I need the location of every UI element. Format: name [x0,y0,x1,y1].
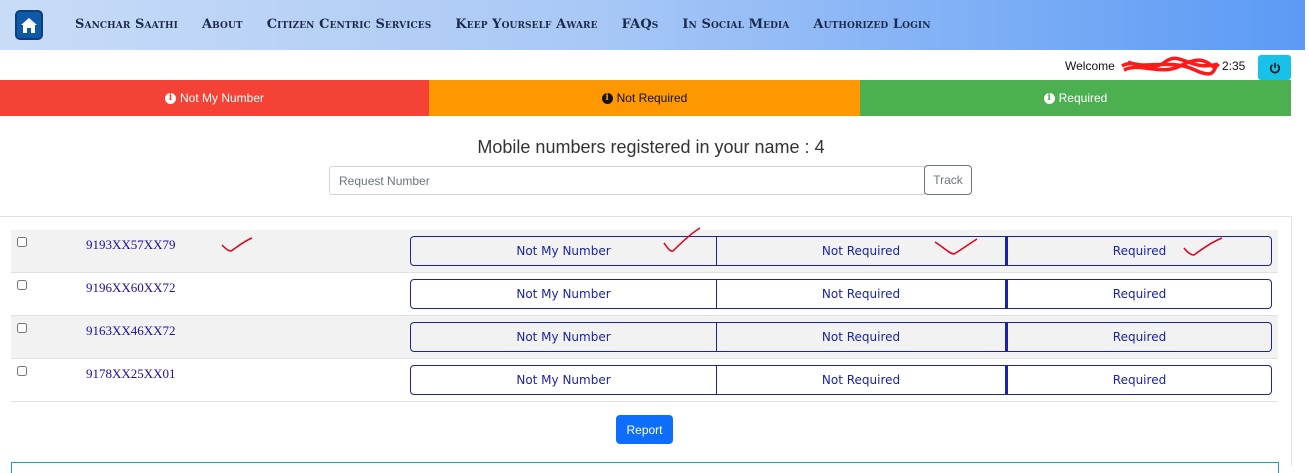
report-button[interactable]: Report [616,415,673,444]
nav-in-social-media[interactable]: In Social Media [682,17,789,32]
mobile-number: 9193XX57XX79 [86,237,176,252]
required-button[interactable]: Required [1006,236,1272,266]
nav-citizen-centric-services[interactable]: Citizen Centric Services [267,17,432,32]
handdrawn-tick-mark [1183,237,1223,256]
nav-faqs[interactable]: FAQs [622,17,659,32]
legend-not-my-number-label: Not My Number [179,91,265,105]
status-option-group: Not My Number Not Required Required [410,279,1272,309]
home-icon [21,17,37,33]
welcome-label: Welcome [1065,59,1115,73]
track-button[interactable]: Track [924,165,972,195]
mobile-number: 9178XX25XX01 [86,366,176,381]
row-checkbox[interactable] [17,323,27,333]
not-my-number-button[interactable]: Not My Number [410,322,717,352]
mobile-number: 9163XX46XX72 [86,323,176,338]
table-row: 9178XX25XX01 Not My Number Not Required … [11,359,1278,402]
not-required-button[interactable]: Not Required [717,365,1006,395]
registered-count-heading: Mobile numbers registered in your name :… [477,137,825,157]
nav-authorized-login[interactable]: Authorized Login [813,17,930,32]
status-option-group: Not My Number Not Required Required [410,322,1272,352]
top-navbar: Sanchar Saathi About Citizen Centric Ser… [0,0,1305,50]
required-button[interactable]: Required [1006,279,1272,309]
handdrawn-tick-mark [663,227,701,252]
not-required-button[interactable]: Not Required [717,322,1006,352]
legend-not-required-label: Not Required [616,91,688,105]
legend-not-required: i Not Required [429,80,860,116]
redaction-scribble [1121,56,1220,76]
home-button[interactable] [15,10,43,40]
table-row: 9196XX60XX72 Not My Number Not Required … [11,273,1278,316]
row-checkbox[interactable] [17,280,27,290]
legend-required-label: Required [1058,91,1108,105]
nav-about[interactable]: About [202,17,243,32]
not-my-number-button[interactable]: Not My Number [410,279,717,309]
handdrawn-tick-mark [221,237,253,252]
bottom-panel [11,462,1279,473]
status-option-group: Not My Number Not Required Required [410,365,1272,395]
table-row: 9163XX46XX72 Not My Number Not Required … [11,316,1278,359]
logout-button[interactable] [1258,55,1291,80]
required-button[interactable]: Required [1006,322,1272,352]
nav-keep-yourself-aware[interactable]: Keep Yourself Aware [455,17,597,32]
row-checkbox[interactable] [17,237,27,247]
info-icon: i [164,92,176,104]
legend-not-my-number: i Not My Number [0,80,429,116]
legend-required: i Required [860,80,1291,116]
session-time: 2:35 [1222,59,1246,73]
status-option-group: Not My Number Not Required Required [410,236,1272,266]
request-number-input[interactable] [329,166,925,195]
info-icon: i [1043,92,1055,104]
info-icon: i [601,92,613,104]
not-required-button[interactable]: Not Required [717,279,1006,309]
required-button[interactable]: Required [1006,365,1272,395]
not-my-number-button[interactable]: Not My Number [410,365,717,395]
row-checkbox[interactable] [17,366,27,376]
mobile-number: 9196XX60XX72 [86,280,176,295]
nav-sanchar-saathi[interactable]: Sanchar Saathi [75,17,178,32]
handdrawn-tick-mark [934,238,978,255]
table-row: 9193XX57XX79 Not My Number Not Required … [11,230,1278,273]
power-icon [1269,62,1280,73]
